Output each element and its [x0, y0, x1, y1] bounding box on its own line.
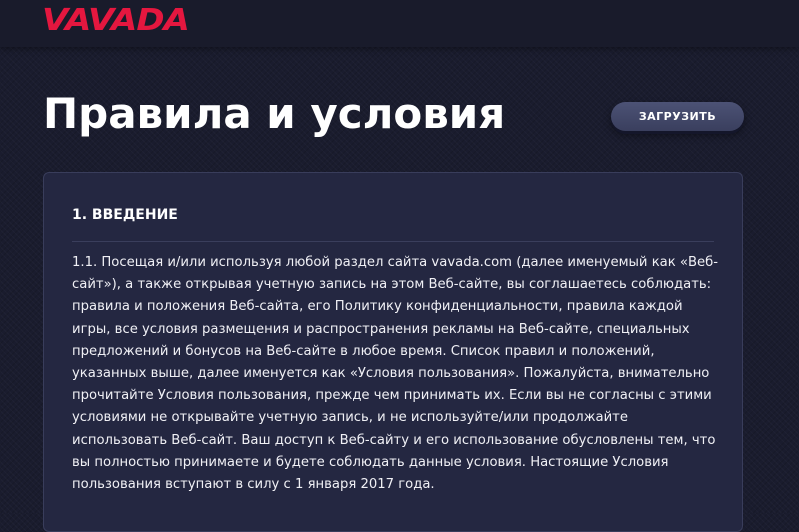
section-divider [72, 241, 714, 242]
terms-content-panel: 1. ВВЕДЕНИЕ 1.1. Посещая и/или используя… [43, 172, 743, 532]
page-title: Правила и условия [43, 89, 506, 138]
vavada-logo[interactable]: VAVADA [42, 3, 190, 37]
section-heading: 1. ВВЕДЕНИЕ [72, 207, 178, 223]
section-body-text: 1.1. Посещая и/или используя любой разде… [72, 255, 719, 493]
download-button[interactable]: ЗАГРУЗИТЬ [611, 102, 744, 131]
top-header: VAVADA [0, 0, 799, 47]
